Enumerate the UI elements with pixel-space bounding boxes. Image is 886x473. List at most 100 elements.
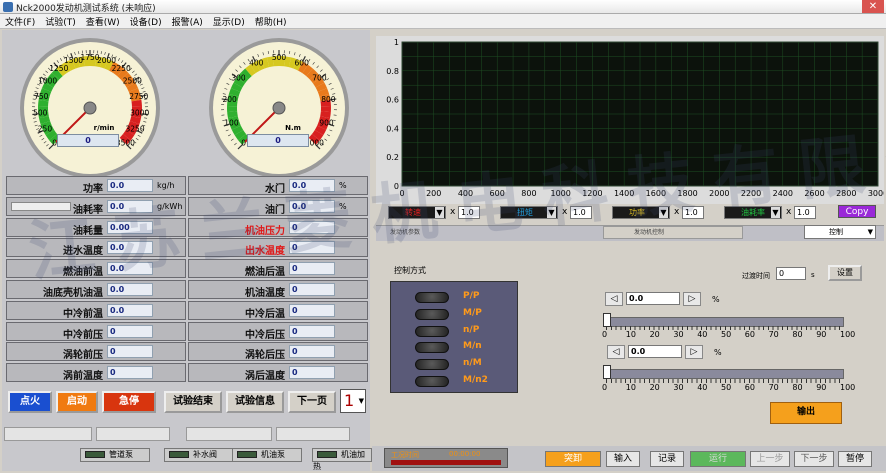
param-value: 0.0 bbox=[107, 304, 153, 317]
toggle-switch[interactable] bbox=[415, 309, 449, 320]
control-select[interactable]: 控制▼ bbox=[804, 225, 876, 239]
chevron-down-icon: ▼ bbox=[868, 226, 873, 238]
end-test-button[interactable]: 试验结束 bbox=[164, 391, 222, 413]
status-field-1 bbox=[4, 427, 92, 441]
toggle-switch[interactable] bbox=[415, 342, 449, 353]
consumption-bar bbox=[11, 202, 71, 211]
toggle-switch[interactable] bbox=[415, 292, 449, 303]
mode-toggle-2[interactable]: n/P bbox=[415, 324, 515, 338]
menu-item-4[interactable]: 报警(A) bbox=[167, 14, 208, 29]
mode-toggle-5[interactable]: M/n2 bbox=[415, 374, 515, 388]
channel-name: 油耗率 bbox=[741, 208, 765, 217]
setpoint-2-input[interactable]: 0.0 bbox=[628, 345, 682, 358]
gauge-tick-label: 1000 bbox=[38, 76, 57, 85]
toggle-switch[interactable] bbox=[415, 359, 449, 370]
param-value: 0 bbox=[289, 304, 335, 317]
param-label: 中冷后温 bbox=[245, 305, 285, 320]
menu-item-3[interactable]: 设备(D) bbox=[125, 14, 167, 29]
record-button[interactable]: 记录 bbox=[650, 451, 684, 467]
x-tick-label: 1200 bbox=[582, 189, 602, 198]
gauge-tick-label: 500 bbox=[272, 53, 287, 62]
mode-toggle-4[interactable]: n/M bbox=[415, 357, 515, 371]
transition-time-label: 过渡时间 bbox=[742, 271, 770, 281]
channel-select-2[interactable]: 功率▼ bbox=[612, 206, 670, 219]
mode-toggle-1[interactable]: M/P bbox=[415, 307, 515, 321]
channel-select-3[interactable]: 油耗率▼ bbox=[724, 206, 782, 219]
param-row-right-4: 燃油后温0 bbox=[188, 259, 368, 278]
run-button[interactable]: 运行 bbox=[690, 451, 746, 467]
channel-select-0[interactable]: 转速▼ bbox=[388, 206, 446, 219]
x-tick-label: 600 bbox=[490, 189, 505, 198]
param-row-left-2: 油耗量0.00 bbox=[6, 218, 186, 237]
close-button[interactable]: ✕ bbox=[862, 0, 884, 13]
next-step-button[interactable]: 下一步 bbox=[794, 451, 834, 467]
param-row-right-8: 涡轮后压0 bbox=[188, 342, 368, 361]
transition-time-input[interactable]: 0 bbox=[776, 267, 806, 280]
gauge-tick-label: 400 bbox=[249, 58, 264, 67]
slider-1-thumb[interactable] bbox=[603, 313, 611, 327]
param-row-left-7: 中冷前压0 bbox=[6, 322, 186, 341]
output-button[interactable]: 输出 bbox=[770, 402, 842, 424]
param-value: 0.0 bbox=[107, 241, 153, 254]
timer-value: 00:00:00 bbox=[449, 450, 480, 458]
prev-step-button[interactable]: 上一步 bbox=[750, 451, 790, 467]
slider-2-thumb[interactable] bbox=[603, 365, 611, 379]
arrow-right-icon: ▷ bbox=[689, 294, 696, 304]
slider-2-track[interactable] bbox=[606, 369, 844, 379]
menu-item-0[interactable]: 文件(F) bbox=[0, 14, 40, 29]
page-select[interactable]: 1 ▼ bbox=[340, 389, 366, 413]
toggle-switch[interactable] bbox=[415, 326, 449, 337]
channel-multiplier-3[interactable]: 1.0 bbox=[794, 206, 816, 219]
pause-button[interactable]: 暂停 bbox=[838, 451, 872, 467]
mode-label: n/M bbox=[463, 358, 482, 368]
decrease-2-button[interactable]: ◁ bbox=[607, 345, 625, 359]
param-value: 0 bbox=[289, 366, 335, 379]
param-unit: g/kWh bbox=[157, 202, 182, 211]
menu-item-6[interactable]: 帮助(H) bbox=[250, 14, 292, 29]
tab-engine-control[interactable]: 发动机控制 bbox=[603, 226, 743, 239]
scale-label: 20 bbox=[650, 330, 660, 339]
channel-select-1[interactable]: 扭矩▼ bbox=[500, 206, 558, 219]
scale-label: 60 bbox=[745, 330, 755, 339]
menu-item-5[interactable]: 显示(D) bbox=[208, 14, 250, 29]
mode-toggle-0[interactable]: P/P bbox=[415, 290, 515, 304]
channel-multiplier-0[interactable]: 1.0 bbox=[458, 206, 480, 219]
start-button[interactable]: 启动 bbox=[56, 391, 98, 413]
mode-toggle-3[interactable]: M/n bbox=[415, 340, 515, 354]
gauge-tick-label: 750 bbox=[34, 92, 49, 101]
channel-multiplier-2[interactable]: 1.0 bbox=[682, 206, 704, 219]
param-value: 0 bbox=[289, 325, 335, 338]
decrease-1-button[interactable]: ◁ bbox=[605, 292, 623, 306]
param-value: 0.0 bbox=[107, 200, 153, 213]
param-row-left-6: 中冷前温0.0 bbox=[6, 301, 186, 320]
channel-multiplier-1[interactable]: 1.0 bbox=[570, 206, 592, 219]
tab-engine-params[interactable]: 发动机参数 bbox=[390, 227, 470, 239]
x-tick-label: 2400 bbox=[773, 189, 793, 198]
menu-item-2[interactable]: 查看(W) bbox=[81, 14, 125, 29]
scale-label: 0 bbox=[602, 383, 607, 392]
sudden-unload-button[interactable]: 突卸 bbox=[545, 451, 601, 467]
increase-2-button[interactable]: ▷ bbox=[685, 345, 703, 359]
next-page-button[interactable]: 下一页 bbox=[288, 391, 336, 413]
settings-button[interactable]: 设置 bbox=[828, 265, 862, 281]
param-label: 进水温度 bbox=[63, 242, 103, 257]
chevron-down-icon: ▼ bbox=[359, 397, 364, 405]
toggle-switch[interactable] bbox=[415, 376, 449, 387]
gauge-tick-label: 100 bbox=[224, 118, 239, 127]
test-info-button[interactable]: 试验信息 bbox=[226, 391, 284, 413]
emergency-stop-button[interactable]: 急停 bbox=[102, 391, 156, 413]
ignite-button[interactable]: 点火 bbox=[8, 391, 52, 413]
param-value: 0.0 bbox=[107, 262, 153, 275]
scale-label: 70 bbox=[769, 383, 779, 392]
x-tick-label: 2600 bbox=[804, 189, 824, 198]
input-button[interactable]: 输入 bbox=[606, 451, 640, 467]
menu-item-1[interactable]: 试验(T) bbox=[40, 14, 81, 29]
param-unit: % bbox=[339, 181, 347, 190]
status-field-2 bbox=[96, 427, 170, 441]
copy-button[interactable]: Copy bbox=[838, 205, 876, 218]
y-tick-label: 0.2 bbox=[386, 153, 399, 162]
param-value: 0.0 bbox=[289, 200, 335, 213]
scale-label: 70 bbox=[769, 330, 779, 339]
increase-1-button[interactable]: ▷ bbox=[683, 292, 701, 306]
setpoint-1-input[interactable]: 0.0 bbox=[626, 292, 680, 305]
